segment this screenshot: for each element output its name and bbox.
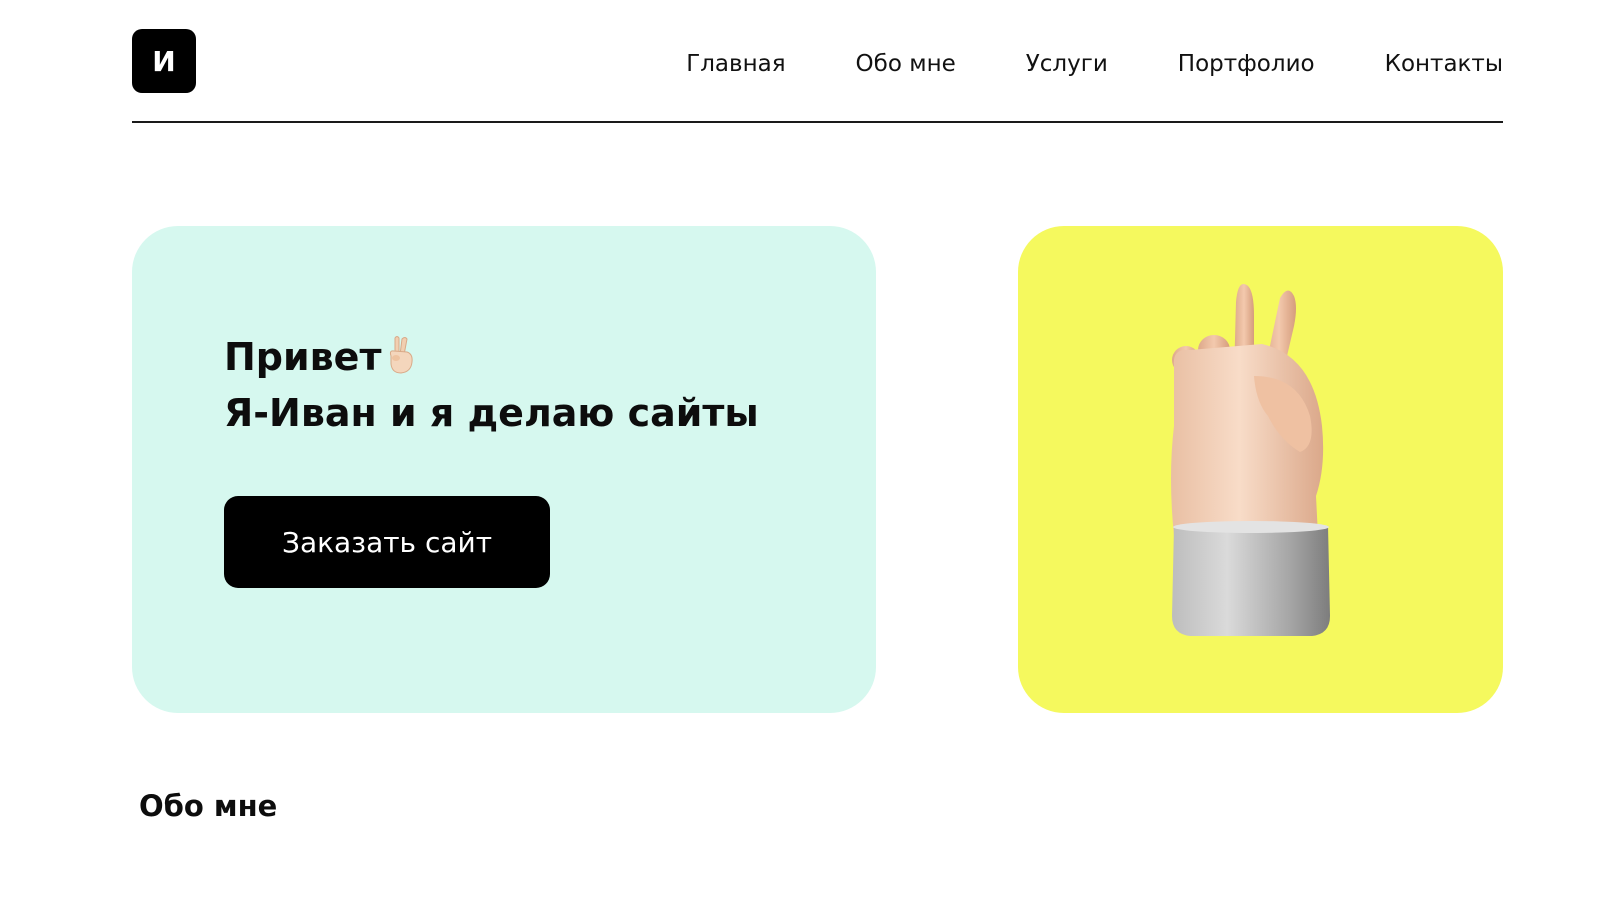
hero-image-card xyxy=(1018,226,1503,713)
hero-subtitle: Я-Иван и я делаю сайты xyxy=(224,391,759,435)
nav-item-portfolio[interactable]: Портфолио xyxy=(1178,51,1315,77)
victory-hand-icon xyxy=(383,334,417,388)
logo[interactable]: И xyxy=(132,29,196,93)
order-site-button[interactable]: Заказать сайт xyxy=(224,496,550,588)
hero-greeting: Привет xyxy=(224,335,382,379)
logo-letter: И xyxy=(152,44,176,78)
landing-page: И Главная Обо мне Услуги Портфолио Конта… xyxy=(0,0,1600,900)
hero-greeting-line: Привет xyxy=(224,332,759,388)
victory-hand-illustration xyxy=(1171,284,1330,636)
nav-item-services[interactable]: Услуги xyxy=(1026,51,1108,77)
nav-item-home[interactable]: Главная xyxy=(686,51,785,77)
nav-item-about[interactable]: Обо мне xyxy=(856,51,956,77)
nav-item-contacts[interactable]: Контакты xyxy=(1385,51,1503,77)
hero-card: Привет Я-Иван и я делаю сайты Заказать с… xyxy=(132,226,876,713)
main-nav: Главная Обо мне Услуги Портфолио Контакт… xyxy=(686,48,1503,80)
hero-title: Привет Я-Иван и я делаю сайты xyxy=(224,332,759,438)
header-divider xyxy=(132,121,1503,123)
about-section-title: Обо мне xyxy=(139,789,278,823)
